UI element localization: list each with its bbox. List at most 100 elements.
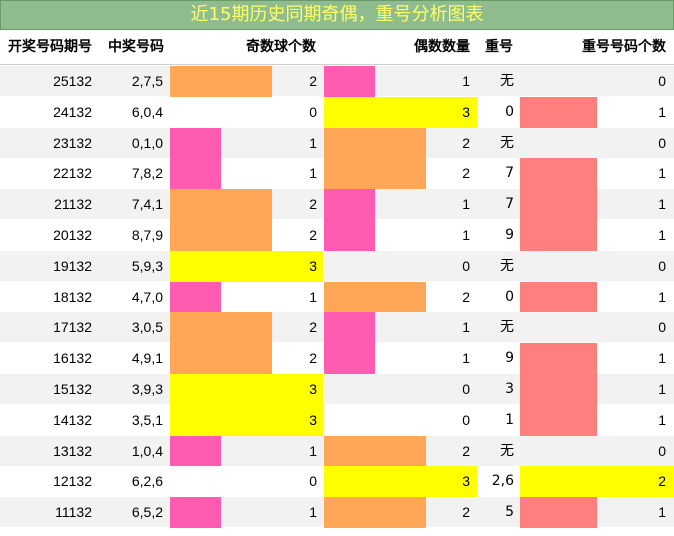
- repeat-count-label: 1: [658, 411, 666, 428]
- table-row: 14132 3,5,1 3 0 1 1: [0, 404, 674, 436]
- table-row: 18132 4,7,0 1 2 0 1: [0, 281, 674, 313]
- even-count-label: 1: [462, 350, 470, 367]
- period-cell: 21132: [54, 196, 92, 213]
- repeat-number-cell: 9: [505, 350, 514, 367]
- odd-count-label: 1: [309, 288, 317, 305]
- even-count-label: 3: [462, 103, 470, 120]
- repeat-number-cell: 2,6: [491, 473, 514, 490]
- period-cell: 17132: [53, 319, 92, 336]
- winning-numbers-cell: 7,8,2: [131, 165, 163, 182]
- odd-count-label: 2: [309, 350, 317, 367]
- repeat-count-label: 0: [658, 319, 666, 336]
- repeat-number-cell: 0: [505, 103, 514, 120]
- table-header: 开奖号码期号 中奖号码 奇数球个数 偶数数量 重号 重号号码个数: [0, 30, 674, 65]
- header-repeat: 重号: [485, 39, 513, 55]
- odd-count-label: 2: [309, 196, 317, 213]
- repeat-number-cell: 7: [505, 165, 514, 182]
- odd-count-label: 2: [309, 73, 317, 89]
- even-count-label: 0: [462, 411, 470, 428]
- odd-count-label: 0: [309, 103, 317, 120]
- winning-numbers-cell: 7,4,1: [131, 196, 163, 213]
- header-odd: 奇数球个数: [246, 39, 316, 55]
- winning-numbers-cell: 1,0,4: [131, 442, 163, 459]
- even-count-label: 1: [462, 227, 470, 243]
- odd-count-label: 2: [309, 227, 317, 243]
- table-row: 24132 6,0,4 0 3 0 1: [0, 96, 674, 128]
- repeat-number-cell: 无: [500, 257, 514, 274]
- table-row: 12132 6,2,6 0 3 2,6 2: [0, 466, 674, 498]
- repeat-count-label: 1: [658, 350, 666, 367]
- repeat-count-label: 1: [658, 288, 666, 305]
- repeat-count-label: 0: [658, 73, 666, 89]
- period-cell: 25132: [53, 73, 92, 89]
- repeat-number-cell: 无: [500, 319, 514, 336]
- header-period: 开奖号码期号: [8, 39, 92, 55]
- period-cell: 20132: [53, 227, 92, 243]
- repeat-count-label: 1: [658, 381, 666, 397]
- winning-numbers-cell: 4,7,0: [131, 288, 163, 305]
- repeat-number-cell: 7: [505, 196, 514, 213]
- odd-count-label: 1: [309, 504, 317, 521]
- repeat-count-label: 1: [658, 196, 666, 213]
- winning-numbers-cell: 3,5,1: [131, 411, 163, 428]
- repeat-count-label: 0: [658, 442, 666, 459]
- odd-count-label: 0: [309, 473, 317, 490]
- period-cell: 18132: [53, 288, 92, 305]
- winning-numbers-cell: 6,0,4: [131, 103, 163, 120]
- period-cell: 11132: [55, 504, 92, 521]
- period-cell: 14132: [53, 411, 92, 428]
- repeat-number-cell: 3: [505, 381, 514, 397]
- table-row: 11132 6,5,2 1 2 5 1: [0, 497, 674, 528]
- header-numbers: 中奖号码: [108, 39, 164, 55]
- repeat-count-label: 1: [658, 227, 666, 243]
- winning-numbers-cell: 4,9,1: [131, 350, 163, 367]
- winning-numbers-cell: 5,9,3: [131, 257, 163, 274]
- even-count-label: 3: [462, 473, 470, 490]
- odd-count-label: 3: [309, 381, 317, 397]
- even-count-label: 2: [462, 134, 470, 151]
- period-cell: 23132: [53, 134, 92, 151]
- even-count-label: 2: [462, 165, 470, 182]
- repeat-count-label: 2: [658, 473, 666, 490]
- repeat-number-cell: 无: [500, 73, 514, 89]
- period-cell: 24132: [53, 103, 92, 120]
- repeat-number-cell: 无: [500, 134, 514, 151]
- winning-numbers-cell: 2,7,5: [131, 73, 163, 89]
- table-row: 22132 7,8,2 1 2 7 1: [0, 158, 674, 190]
- table-row: 21132 7,4,1 2 1 7 1: [0, 189, 674, 220]
- odd-count-label: 2: [309, 319, 317, 336]
- table-row: 20132 8,7,9 2 1 9 1: [0, 220, 674, 251]
- period-cell: 13132: [53, 442, 92, 459]
- winning-numbers-cell: 3,9,3: [131, 381, 163, 397]
- odd-count-label: 3: [309, 411, 317, 428]
- repeat-count-label: 1: [658, 165, 666, 182]
- even-count-label: 1: [462, 196, 470, 213]
- odd-count-label: 3: [309, 257, 317, 274]
- winning-numbers-cell: 6,5,2: [131, 504, 163, 521]
- repeat-count-label: 1: [658, 504, 666, 521]
- winning-numbers-cell: 0,1,0: [131, 134, 163, 151]
- winning-numbers-cell: 3,0,5: [131, 319, 163, 336]
- table-row: 13132 1,0,4 1 2 无 0: [0, 435, 674, 467]
- header-even: 偶数数量: [414, 39, 470, 55]
- even-count-label: 2: [462, 504, 470, 521]
- repeat-number-cell: 5: [505, 504, 514, 521]
- period-cell: 12132: [53, 473, 92, 490]
- winning-numbers-cell: 6,2,6: [131, 473, 163, 490]
- repeat-number-cell: 0: [505, 288, 514, 305]
- even-count-label: 1: [462, 319, 470, 336]
- even-count-label: 2: [462, 442, 470, 459]
- period-cell: 16132: [53, 350, 92, 367]
- odd-count-label: 1: [309, 134, 317, 151]
- repeat-number-cell: 9: [505, 227, 514, 243]
- odd-count-label: 1: [309, 442, 317, 459]
- repeat-count-label: 1: [658, 103, 666, 120]
- table-row: 16132 4,9,1 2 1 9 1: [0, 343, 674, 374]
- period-cell: 22132: [53, 165, 92, 182]
- odd-count-label: 1: [309, 165, 317, 182]
- header-repeat-count: 重号号码个数: [582, 39, 666, 55]
- repeat-number-cell: 1: [505, 411, 514, 428]
- even-count-label: 1: [462, 73, 470, 89]
- even-count-label: 0: [462, 381, 470, 397]
- table-row: 17132 3,0,5 2 1 无 0: [0, 312, 674, 344]
